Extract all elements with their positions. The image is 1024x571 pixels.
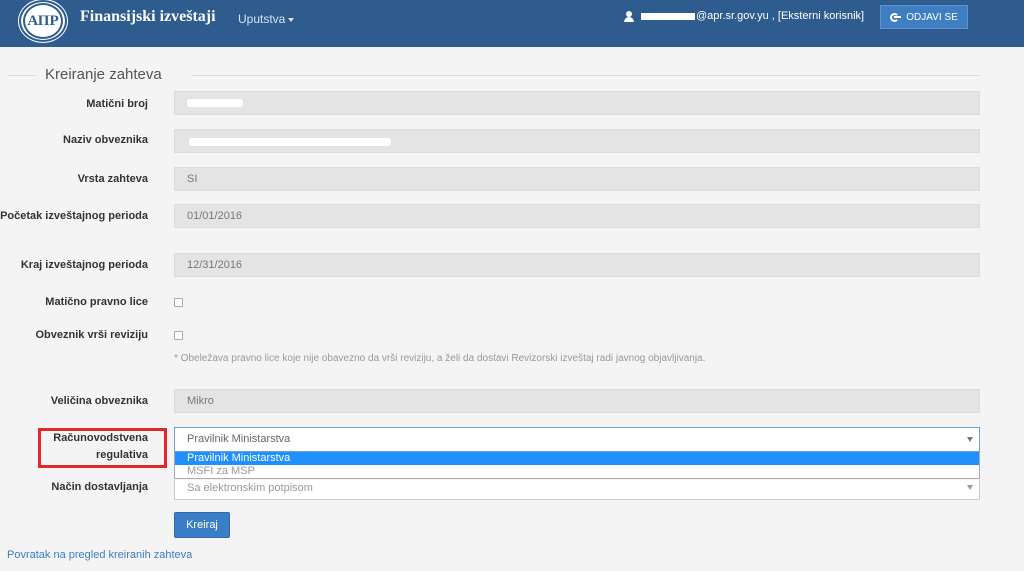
dropdown-arrow-icon: [967, 485, 973, 490]
legend-line-left: [8, 75, 36, 76]
regulativa-select[interactable]: Pravilnik Ministarstva: [174, 427, 980, 452]
pocetak-perioda-field: 01/01/2016: [174, 204, 980, 228]
nacin-dostavljanja-label: Način dostavljanja: [51, 481, 148, 493]
regulativa-selected-value: Pravilnik Ministarstva: [187, 433, 291, 445]
nacin-dostavljanja-value: Sa elektronskim potpisom: [187, 482, 313, 494]
maticni-broj-field: [174, 91, 980, 115]
redacted-value: [187, 99, 243, 107]
velicina-obveznika-field: Mikro: [174, 389, 980, 413]
logout-icon: [890, 12, 902, 22]
maticno-pravno-lice-label: Matično pravno lice: [45, 296, 148, 308]
naziv-obveznika-label: Naziv obveznika: [63, 134, 148, 146]
redacted-value: [189, 138, 391, 146]
user-email-text: @apr.sr.gov.yu , [Eksterni korisnik]: [696, 10, 865, 22]
kreiraj-button[interactable]: Kreiraj: [174, 512, 230, 538]
caret-down-icon: [288, 17, 295, 22]
apr-logo[interactable]: АПР: [19, 0, 67, 42]
red-highlight-box: [38, 428, 167, 468]
naziv-obveznika-field: [174, 129, 980, 153]
logo-mark: АПР: [23, 3, 63, 39]
maticni-broj-label: Matični broj: [86, 98, 148, 110]
form-title: Kreiranje zahteva: [45, 66, 162, 83]
dropdown-arrow-icon: [967, 437, 973, 442]
legend-line-right: [192, 75, 980, 76]
logout-button[interactable]: ODJAVI SE: [880, 5, 968, 29]
app-title[interactable]: Finansijski izveštaji: [80, 8, 216, 26]
kraj-perioda-field: 12/31/2016: [174, 253, 980, 277]
pocetak-perioda-label: Početak izveštajnog perioda: [0, 210, 148, 222]
nacin-dostavljanja-select[interactable]: Sa elektronskim potpisom: [174, 480, 980, 500]
logout-label: ODJAVI SE: [906, 11, 958, 23]
obveznik-revizija-checkbox[interactable]: [174, 331, 183, 340]
velicina-obveznika-label: Veličina obveznika: [50, 395, 148, 407]
regulativa-option-msfi[interactable]: MSFI za MSP: [175, 465, 979, 478]
top-navbar: АПР Finansijski izveštaji Uputstva @apr.…: [0, 0, 1024, 47]
kraj-perioda-label: Kraj izveštajnog perioda: [20, 259, 148, 271]
maticno-pravno-lice-checkbox[interactable]: [174, 298, 183, 307]
regulativa-options-list: Pravilnik Ministarstva MSFI za MSP: [174, 452, 980, 479]
vrsta-zahteva-field: SI: [174, 167, 980, 191]
user-info: @apr.sr.gov.yu , [Eksterni korisnik]: [624, 10, 864, 22]
revizija-note: * Obeležava pravno lice koje nije obavez…: [174, 353, 706, 364]
regulativa-option-pravilnik[interactable]: Pravilnik Ministarstva: [175, 452, 979, 465]
user-icon: [624, 10, 634, 22]
uputstva-menu-label: Uputstva: [238, 12, 286, 26]
back-to-requests-link[interactable]: Povratak na pregled kreiranih zahteva: [7, 549, 192, 561]
obveznik-revizija-label: Obveznik vrši reviziju: [35, 329, 149, 341]
uputstva-menu[interactable]: Uputstva: [238, 12, 295, 26]
vrsta-zahteva-label: Vrsta zahteva: [77, 173, 148, 185]
redacted-username: [641, 12, 695, 20]
